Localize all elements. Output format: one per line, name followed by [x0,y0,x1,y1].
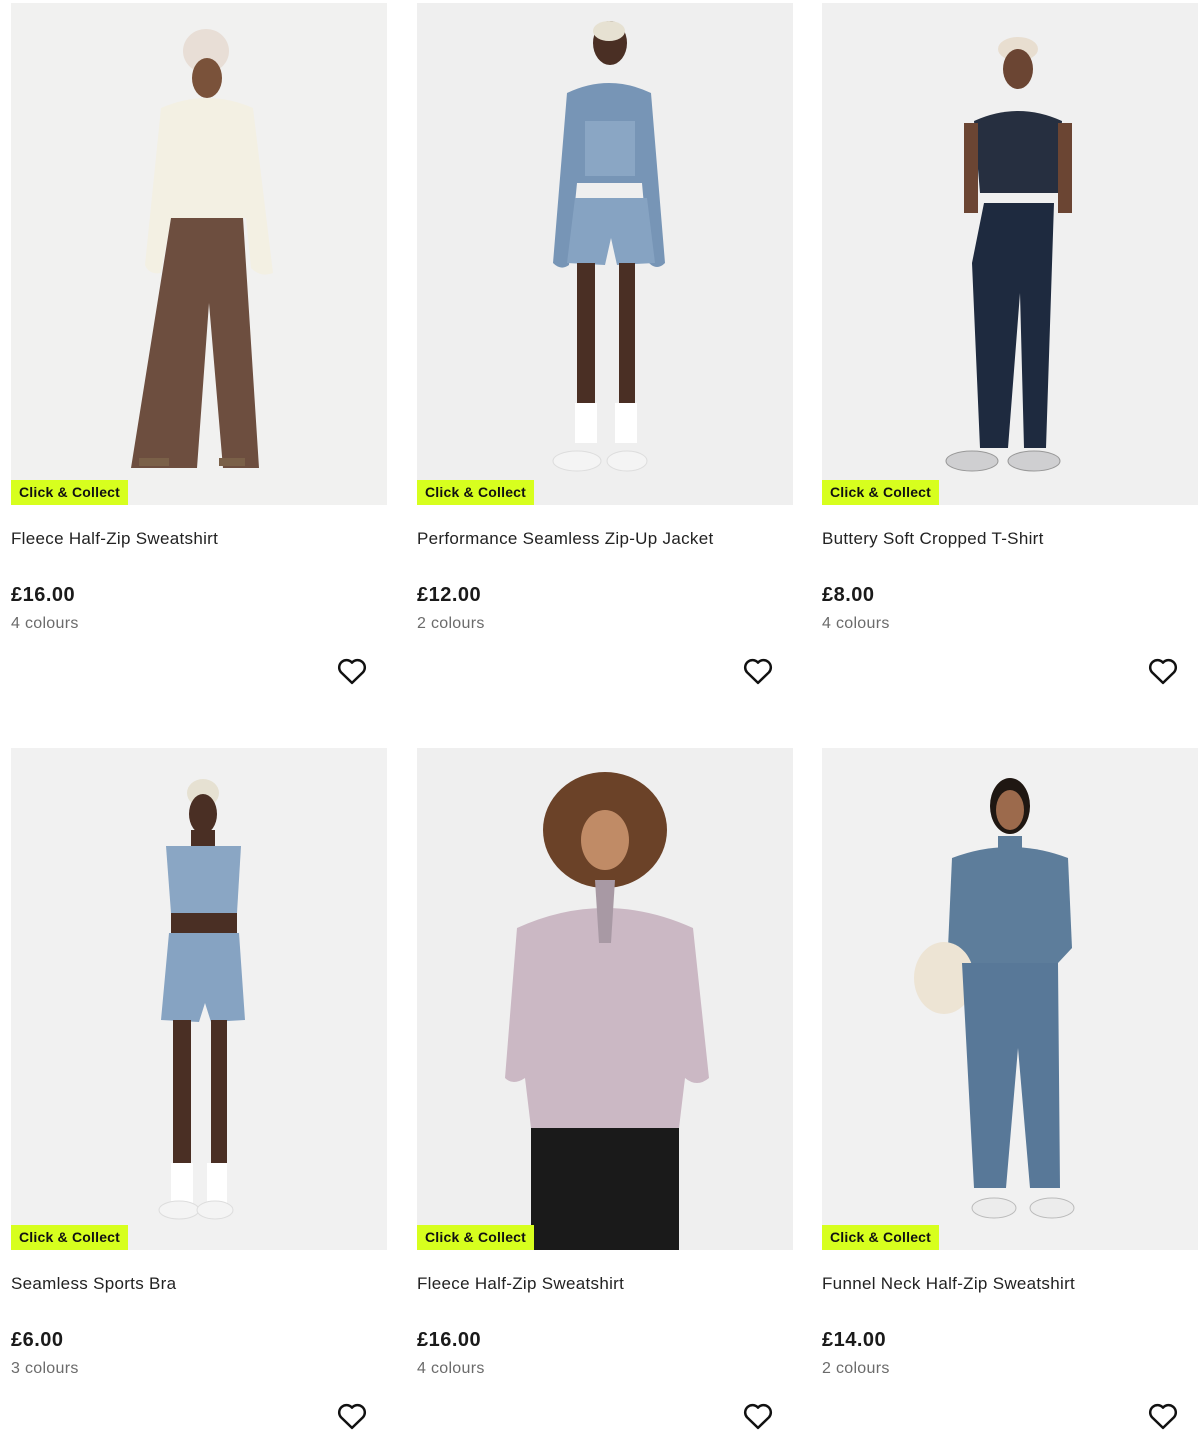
product-colours: 4 colours [11,615,79,632]
model-photo [417,3,793,505]
product-price: £8.00 [822,584,875,606]
product-colours: 4 colours [417,1360,485,1377]
model-photo [417,748,793,1250]
product-image[interactable]: Click & Collect [11,3,387,505]
click-collect-badge: Click & Collect [417,480,535,505]
heart-outline-icon [744,658,772,685]
model-photo [11,3,387,505]
wishlist-button[interactable] [333,1397,371,1432]
product-image[interactable]: Click & Collect [822,748,1198,1250]
heart-outline-icon [744,1403,772,1430]
click-collect-badge: Click & Collect [11,480,129,505]
wishlist-button[interactable] [1144,652,1182,690]
product-name[interactable]: Fleece Half-Zip Sweatshirt [11,528,218,550]
wishlist-button[interactable] [333,652,371,690]
click-collect-badge: Click & Collect [822,480,940,505]
product-name[interactable]: Performance Seamless Zip-Up Jacket [417,528,713,550]
model-photo [822,748,1198,1250]
wishlist-button[interactable] [739,652,777,690]
click-collect-badge: Click & Collect [417,1225,535,1250]
heart-outline-icon [338,658,366,685]
product-colours: 2 colours [822,1360,890,1377]
product-colours: 4 colours [822,615,890,632]
product-price: £16.00 [417,1329,482,1351]
click-collect-badge: Click & Collect [11,1225,129,1250]
product-image[interactable]: Click & Collect [417,748,793,1250]
model-photo [11,748,387,1250]
product-colours: 3 colours [11,1360,79,1377]
product-grid: Click & Collect Fleece Half-Zip Sweatshi… [0,0,1200,1432]
product-image[interactable]: Click & Collect [11,748,387,1250]
product-price: £14.00 [822,1329,887,1351]
wishlist-button[interactable] [1144,1397,1182,1432]
product-price: £12.00 [417,584,482,606]
product-image[interactable]: Click & Collect [822,3,1198,505]
product-price: £16.00 [11,584,76,606]
wishlist-button[interactable] [739,1397,777,1432]
click-collect-badge: Click & Collect [822,1225,940,1250]
heart-outline-icon [1149,658,1177,685]
heart-outline-icon [338,1403,366,1430]
product-image[interactable]: Click & Collect [417,3,793,505]
product-name[interactable]: Fleece Half-Zip Sweatshirt [417,1273,624,1295]
model-photo [822,3,1198,505]
product-colours: 2 colours [417,615,485,632]
product-price: £6.00 [11,1329,64,1351]
product-name[interactable]: Seamless Sports Bra [11,1273,176,1295]
heart-outline-icon [1149,1403,1177,1430]
product-name[interactable]: Buttery Soft Cropped T-Shirt [822,528,1044,550]
product-name[interactable]: Funnel Neck Half-Zip Sweatshirt [822,1273,1075,1295]
